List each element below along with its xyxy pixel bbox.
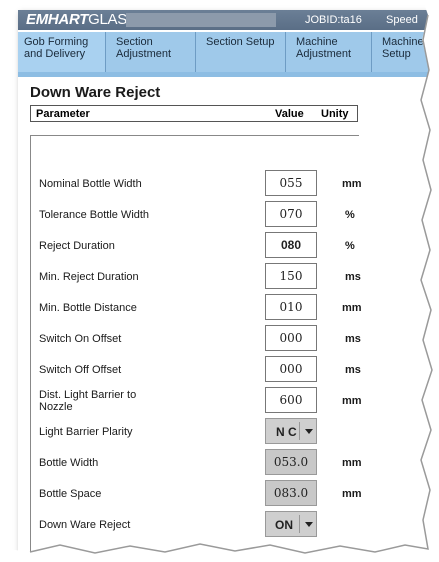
column-header-parameter: Parameter (36, 108, 90, 120)
param-unit: mm (342, 178, 362, 190)
tab-machine-adjustment[interactable]: Machine Adjustment (286, 32, 372, 72)
param-label: Min. Bottle Distance (39, 302, 137, 314)
param-unit: mm (342, 488, 362, 500)
tab-section-adjustment[interactable]: Section Adjustment (106, 32, 196, 72)
title-bar-field (126, 13, 276, 27)
tab-section-setup[interactable]: Section Setup (196, 32, 286, 72)
chevron-down-icon (305, 522, 313, 527)
tab-bar: Gob Forming and Delivery Section Adjustm… (18, 32, 439, 72)
param-unit: mm (342, 395, 362, 407)
param-row-nominal-bottle-width: Nominal Bottle Width 055 mm (31, 169, 362, 200)
param-label: Tolerance Bottle Width (39, 209, 150, 221)
param-label: Min. Reject Duration (39, 271, 139, 283)
dropdown-value: ON (275, 518, 293, 532)
reject-duration-field[interactable]: 080 (265, 232, 317, 258)
param-row-dist-light-barrier-nozzle: Dist. Light Barrier to Nozzle 600 mm (31, 386, 362, 417)
column-header-unity: Unity (321, 108, 349, 120)
title-bar: EMHARTGLASS JOBID:ta16 Speed (18, 10, 439, 30)
param-label: Bottle Width (39, 457, 99, 469)
param-row-bottle-space: Bottle Space 083.0 mm (31, 479, 362, 510)
dropdown-divider (299, 515, 300, 533)
param-unit: % (345, 209, 355, 221)
param-unit: ms (345, 333, 361, 345)
switch-on-offset-field[interactable]: 000 (265, 325, 317, 351)
param-label: Switch On Offset (39, 333, 122, 345)
dropdown-value: N C (276, 425, 297, 439)
param-row-light-barrier-polarity: Light Barrier Plarity N C (31, 417, 359, 448)
light-barrier-polarity-dropdown[interactable]: N C (265, 418, 317, 444)
param-row-tolerance-bottle-width: Tolerance Bottle Width 070 % (31, 200, 359, 231)
param-label: Light Barrier Plarity (39, 426, 133, 438)
param-row-bottle-width: Bottle Width 053.0 mm (31, 448, 362, 479)
brand-logo: EMHARTGLASS (26, 11, 137, 28)
min-bottle-distance-field[interactable]: 010 (265, 294, 317, 320)
min-reject-duration-field[interactable]: 150 (265, 263, 317, 289)
param-unit: % (345, 240, 355, 252)
app-window: EMHARTGLASS JOBID:ta16 Speed Gob Forming… (18, 10, 439, 558)
speed-label: Speed (386, 14, 418, 26)
param-row-min-reject-duration: Min. Reject Duration 150 ms (31, 262, 361, 293)
tab-underline (18, 72, 439, 77)
param-row-switch-on-offset: Switch On Offset 000 ms (31, 324, 361, 355)
panel-title: Down Ware Reject (30, 84, 161, 101)
param-unit: mm (342, 457, 362, 469)
param-label: Reject Duration (39, 240, 115, 252)
param-row-reject-duration: Reject Duration 080 % (31, 231, 359, 262)
table-header: Parameter Value Unity (30, 105, 358, 122)
param-row-switch-off-offset: Switch Off Offset 000 ms (31, 355, 361, 386)
tab-machine-setup[interactable]: Machine Setup (372, 32, 439, 72)
parameter-list: Nominal Bottle Width 055 mm Tolerance Bo… (30, 135, 362, 556)
column-header-value: Value (275, 108, 304, 120)
down-ware-reject-dropdown[interactable]: ON (265, 511, 317, 537)
param-unit: ms (345, 364, 361, 376)
param-row-down-ware-reject: Down Ware Reject ON (31, 510, 359, 541)
bottle-space-readout: 083.0 (265, 480, 317, 506)
bottle-width-readout: 053.0 (265, 449, 317, 475)
chevron-down-icon (305, 429, 313, 434)
param-label: Switch Off Offset (39, 364, 122, 376)
nominal-bottle-width-field[interactable]: 055 (265, 170, 317, 196)
switch-off-offset-field[interactable]: 000 (265, 356, 317, 382)
param-row-min-bottle-distance: Min. Bottle Distance 010 mm (31, 293, 362, 324)
job-id: JOBID:ta16 (305, 14, 362, 26)
param-unit: mm (342, 302, 362, 314)
dropdown-divider (299, 422, 300, 440)
tolerance-bottle-width-field[interactable]: 070 (265, 201, 317, 227)
param-label: Dist. Light Barrier to Nozzle (39, 389, 137, 413)
dist-light-barrier-nozzle-field[interactable]: 600 (265, 387, 317, 413)
param-label: Bottle Space (39, 488, 102, 500)
tab-gob-forming-delivery[interactable]: Gob Forming and Delivery (18, 32, 106, 72)
param-unit: ms (345, 271, 361, 283)
param-label: Down Ware Reject (39, 519, 131, 531)
param-label: Nominal Bottle Width (39, 178, 142, 190)
